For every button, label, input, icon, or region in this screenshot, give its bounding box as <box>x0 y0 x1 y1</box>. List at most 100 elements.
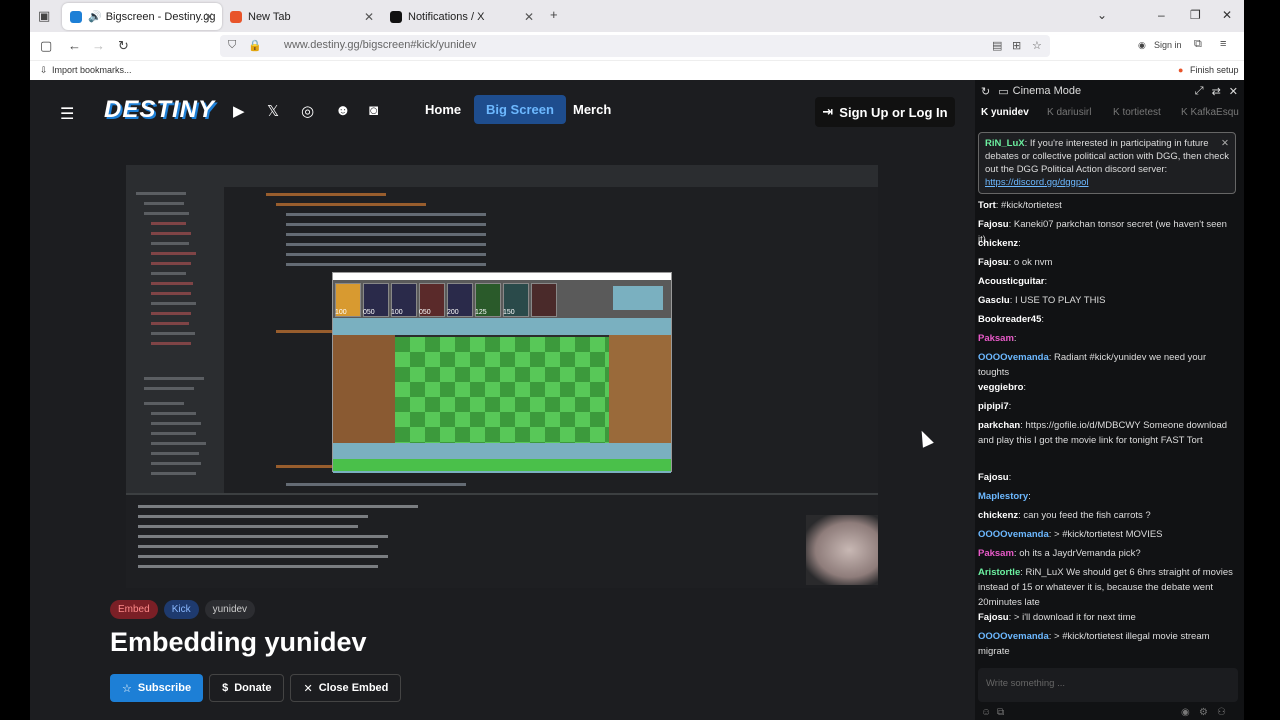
forward-icon[interactable]: → <box>92 38 105 53</box>
account-icon[interactable]: ◉ <box>1138 40 1146 51</box>
tab-overflow-icon[interactable]: ⌄ <box>1097 8 1107 22</box>
close-chat-icon[interactable]: ✕ <box>1229 85 1238 98</box>
emote-icon[interactable]: ☺ <box>981 707 991 718</box>
chat-tab-dariusirl[interactable]: K dariusirl <box>1047 107 1091 118</box>
chat-username[interactable]: Gasclu <box>978 295 1010 306</box>
close-embed-button[interactable]: ✕ Close Embed <box>290 674 402 702</box>
chat-username[interactable]: Fajosu <box>978 219 1009 230</box>
chat-message: Paksam: oh its a JaydrVemanda pick? <box>978 546 1236 561</box>
menu-icon[interactable]: ≡ <box>1220 38 1226 50</box>
game-window[interactable]: 100 050 100 050 200 125 150 <box>332 272 672 473</box>
chat-username[interactable]: Tort <box>978 200 996 211</box>
tab-list-icon[interactable]: ▣ <box>38 8 50 24</box>
tag-yunidev[interactable]: yunidev <box>204 600 256 619</box>
chat-username[interactable]: Maplestory <box>978 491 1028 502</box>
chat-username[interactable]: Fajosu <box>978 612 1009 623</box>
maximize-icon[interactable]: ❐ <box>1190 8 1201 22</box>
refresh-icon[interactable]: ↻ <box>981 85 990 98</box>
save-icon[interactable]: ⊞ <box>1012 39 1021 52</box>
close-notice-icon[interactable]: ✕ <box>1221 137 1229 150</box>
swap-icon[interactable]: ⇄ <box>1212 85 1221 98</box>
url-text[interactable]: www.destiny.gg/bigscreen#kick/yunidev <box>284 39 476 51</box>
new-tab-icon[interactable]: + <box>550 7 558 22</box>
popout-icon[interactable]: ⤢ <box>1195 85 1204 98</box>
nav-merch[interactable]: Merch <box>573 102 611 117</box>
url-bar[interactable]: ⛉ 🔒 www.destiny.gg/bigscreen#kick/yunide… <box>220 35 1050 57</box>
extensions-icon[interactable]: ⧉ <box>1194 38 1202 51</box>
tab-notifications[interactable]: Notifications / X ✕ <box>382 3 542 30</box>
chat-username[interactable]: Bookreader45 <box>978 314 1041 325</box>
fast-forward-icon[interactable] <box>613 286 663 310</box>
reload-icon[interactable]: ↻ <box>118 38 129 54</box>
chat-username[interactable]: pipipi7 <box>978 401 1009 412</box>
notice-link[interactable]: https://discord.gg/dggpol <box>985 177 1089 188</box>
tag-embed[interactable]: Embed <box>110 600 158 619</box>
eye-icon[interactable]: ◉ <box>1181 707 1190 718</box>
tab-new-tab[interactable]: New Tab ✕ <box>222 3 382 30</box>
tab-bigscreen[interactable]: 🔊 Bigscreen - Destiny.gg ✕ <box>62 3 222 30</box>
import-bookmarks-icon[interactable]: ⇩ <box>40 65 48 76</box>
chat-username[interactable]: veggiebro <box>978 382 1023 393</box>
minimize-icon[interactable]: – <box>1158 8 1165 22</box>
tab-label: Bigscreen - Destiny.gg <box>105 10 216 23</box>
bookmark-star-icon[interactable]: ☆ <box>1032 39 1042 52</box>
reader-icon[interactable]: ▤ <box>992 39 1002 52</box>
settings-icon[interactable]: ⚙ <box>1199 707 1208 718</box>
sign-in-link[interactable]: Sign in <box>1154 40 1182 50</box>
chat-tab-kafka[interactable]: K KafkaEsqu <box>1181 107 1239 118</box>
chat-message: Paksam: <box>978 331 1236 346</box>
chat-text: : oh its a JaydrVemanda pick? <box>1013 548 1141 559</box>
close-tab-icon[interactable]: ✕ <box>204 10 214 24</box>
chat-username[interactable]: parkchan <box>978 420 1020 431</box>
finish-setup-link[interactable]: Finish setup <box>1190 65 1239 75</box>
tag-kick[interactable]: Kick <box>163 600 199 619</box>
sign-up-button[interactable]: ⇥ Sign Up or Log In <box>815 97 955 127</box>
stream-player[interactable]: 100 050 100 050 200 125 150 <box>126 165 878 588</box>
close-tab-icon[interactable]: ✕ <box>364 10 374 24</box>
tab-label: New Tab <box>248 10 291 23</box>
chat-username[interactable]: Aristortle <box>978 567 1020 578</box>
game-board[interactable] <box>395 337 609 443</box>
chat-username[interactable]: Paksam <box>978 548 1014 559</box>
chat-username[interactable]: OOOOvemanda <box>978 631 1049 642</box>
donate-button[interactable]: $ Donate <box>209 674 285 702</box>
chat-username[interactable]: chickenz <box>978 238 1018 249</box>
chat-tab-yunidev[interactable]: K yunidev <box>981 107 1029 118</box>
chat-username[interactable]: chickenz <box>978 510 1018 521</box>
reddit-icon[interactable]: ☻ <box>335 102 351 119</box>
nav-home[interactable]: Home <box>425 102 461 117</box>
chat-username[interactable]: OOOOvemanda <box>978 352 1049 363</box>
youtube-icon[interactable]: ▶ <box>233 102 245 120</box>
users-icon[interactable]: ⚇ <box>1217 707 1226 718</box>
chat-message: OOOOvemanda: > #kick/tortietest MOVIES <box>978 527 1236 542</box>
x-icon[interactable]: 𝕏 <box>267 102 279 120</box>
tab-bar: ▣ 🔊 Bigscreen - Destiny.gg ✕ New Tab ✕ N… <box>30 0 1244 32</box>
hamburger-icon[interactable]: ☰ <box>60 104 74 124</box>
discord-icon[interactable]: ◙ <box>369 102 378 119</box>
chat-tab-tortietest[interactable]: K tortietest <box>1113 107 1161 118</box>
unit-card[interactable] <box>531 283 557 317</box>
import-bookmarks-link[interactable]: Import bookmarks... <box>52 65 132 75</box>
subscribe-button[interactable]: ☆ Subscribe <box>110 674 204 702</box>
lock-icon[interactable]: 🔒 <box>248 39 262 52</box>
back-icon[interactable]: ← <box>68 38 81 53</box>
shield-icon[interactable]: ⛉ <box>228 39 236 52</box>
chat-username[interactable]: Acousticguitar <box>978 276 1045 287</box>
site-logo[interactable]: DESTINY <box>104 96 215 124</box>
card-cost: 150 <box>503 309 515 316</box>
notice-user[interactable]: RiN_LuX <box>985 138 1025 149</box>
chat-username[interactable]: Fajosu <box>978 257 1009 268</box>
sidebar-icon[interactable]: ▢ <box>40 38 52 54</box>
ide-console <box>126 493 878 579</box>
site-header: ☰ DESTINY ▶ 𝕏 ◎ ☻ ◙ Home Big Screen Merc… <box>30 80 975 143</box>
chat-username[interactable]: Paksam <box>978 333 1014 344</box>
whisper-icon[interactable]: ⧉ <box>997 707 1004 718</box>
chat-username[interactable]: Fajosu <box>978 472 1009 483</box>
chat-input[interactable]: Write something ... <box>978 668 1238 702</box>
chat-text: : <box>1013 333 1017 344</box>
close-tab-icon[interactable]: ✕ <box>524 10 534 24</box>
nav-big-screen[interactable]: Big Screen <box>474 95 566 124</box>
instagram-icon[interactable]: ◎ <box>301 102 314 120</box>
chat-username[interactable]: OOOOvemanda <box>978 529 1049 540</box>
close-window-icon[interactable]: ✕ <box>1222 8 1232 22</box>
